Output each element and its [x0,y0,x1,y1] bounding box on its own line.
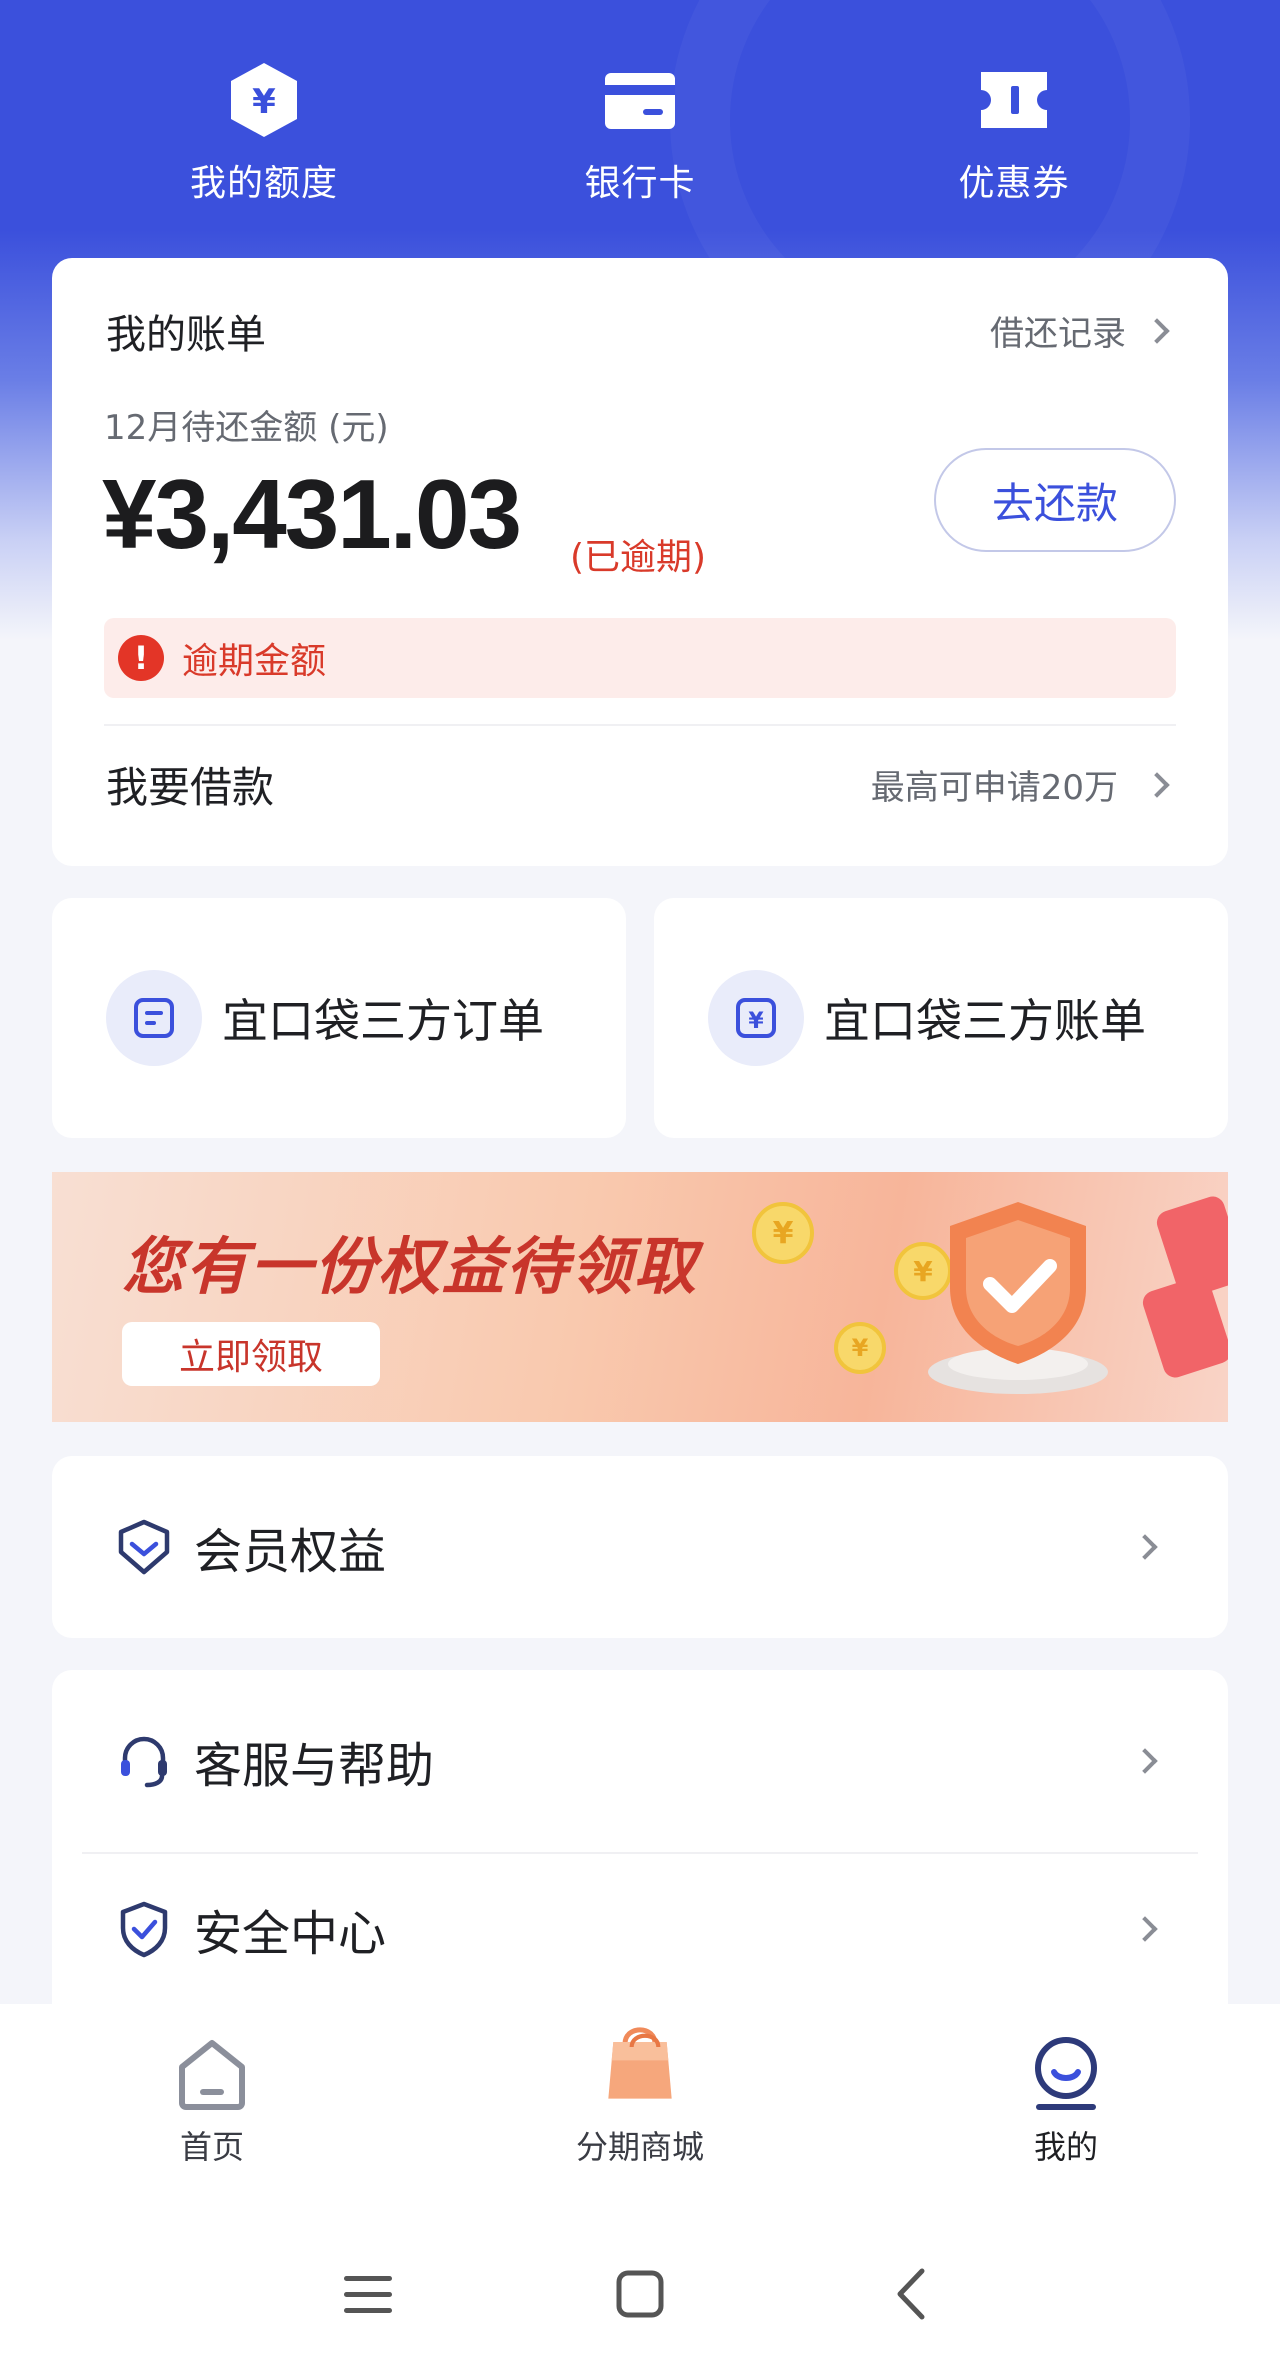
system-nav-bar [0,2204,1280,2372]
shortcut-label: 宜口袋三方订单 [222,994,544,1048]
quick-action-label: 我的额度 [189,163,338,204]
chevron-right-icon [1132,1534,1158,1560]
yuan-hexagon-icon: ¥ [224,60,304,140]
divider [104,724,1176,726]
shopping-bag-icon [600,2027,680,2114]
profile-icon [1026,2034,1106,2114]
records-link[interactable]: 借还记录 [990,306,1170,355]
bottom-tab-bar: 首页 分期商城 我的 [0,2004,1280,2204]
bill-title: 我的账单 [106,312,266,358]
back-arrow-icon[interactable] [872,2254,952,2334]
menu-card-support: 客服与帮助 安全中心 [52,1670,1228,2030]
overdue-label: 逾期金额 [182,641,327,682]
claim-now-button[interactable]: 立即领取 [122,1322,380,1386]
tab-label: 首页 [179,2128,244,2166]
menu-item-security-center[interactable]: 安全中心 [52,1854,1228,2004]
chevron-right-icon [1144,317,1170,344]
banner-headline: 您有一份权益待领取 [122,1230,699,1303]
repay-button[interactable]: 去还款 [934,448,1176,552]
menu-card-membership: 会员权益 [52,1456,1228,1638]
borrow-title[interactable]: 我要借款 [106,754,274,815]
svg-text:¥: ¥ [748,1009,764,1034]
coin-icon: ¥ [834,1322,886,1374]
rights-banner[interactable]: ¥ ¥ ¥ 您有一份权益待领取 立即领取 [52,1172,1228,1422]
bill-due-label: 12月待还金额 (元) [104,408,389,448]
menu-item-membership[interactable]: 会员权益 [52,1462,1228,1632]
quick-action-label: 优惠券 [958,163,1070,204]
membership-gem-icon [112,1515,176,1579]
borrow-hint: 最高可申请20万 [870,768,1118,808]
home-icon [172,2034,252,2114]
overdue-alert[interactable]: ! 逾期金额 [104,618,1176,698]
tab-label: 分期商城 [575,2128,704,2166]
bill-yuan-icon: ¥ [708,970,804,1066]
bill-card: 我的账单 借还记录 12月待还金额 (元) ¥3,431.03 (已逾期) 去还… [52,258,1228,866]
borrow-link[interactable]: 最高可申请20万 [870,760,1170,809]
quick-action-credit-limit[interactable]: ¥ 我的额度 [164,60,364,210]
quick-action-coupon[interactable]: 优惠券 [914,60,1114,210]
warning-icon: ! [118,635,164,681]
bank-card-icon [600,60,680,140]
coin-icon: ¥ [752,1202,814,1264]
tab-home[interactable]: 首页 [102,2034,322,2184]
coupon-ticket-icon [974,60,1054,140]
third-party-orders-card[interactable]: 宜口袋三方订单 [52,898,626,1138]
order-doc-icon [106,970,202,1066]
menu-item-customer-service[interactable]: 客服与帮助 [52,1670,1228,1852]
menu-item-label: 安全中心 [194,1906,387,1962]
menu-item-label: 会员权益 [194,1524,387,1580]
tab-label: 我的 [1033,2128,1098,2166]
quick-action-bank-card[interactable]: 银行卡 [540,60,740,210]
svg-text:¥: ¥ [252,82,276,122]
shortcut-label: 宜口袋三方账单 [824,994,1146,1048]
headset-icon [112,1729,176,1793]
menu-item-label: 客服与帮助 [194,1738,435,1794]
shield-check-icon [112,1897,176,1961]
bill-amount: ¥3,431.03 [102,459,522,569]
chevron-right-icon [1132,1916,1158,1942]
tab-installment-mall[interactable]: 分期商城 [530,2027,750,2184]
overdue-tag: (已逾期) [570,537,707,578]
chevron-right-icon [1132,1748,1158,1774]
quick-actions: ¥ 我的额度 银行卡 优惠券 [0,60,1280,210]
chevron-right-icon [1144,771,1170,798]
home-square-icon[interactable] [600,2254,680,2334]
third-party-bills-card[interactable]: ¥ 宜口袋三方账单 [654,898,1228,1138]
menu-lines-icon[interactable] [328,2254,408,2334]
shield-check-illustration [928,1202,1108,1394]
tab-mine[interactable]: 我的 [956,2034,1176,2184]
quick-action-label: 银行卡 [584,163,696,204]
records-link-label: 借还记录 [990,314,1126,354]
